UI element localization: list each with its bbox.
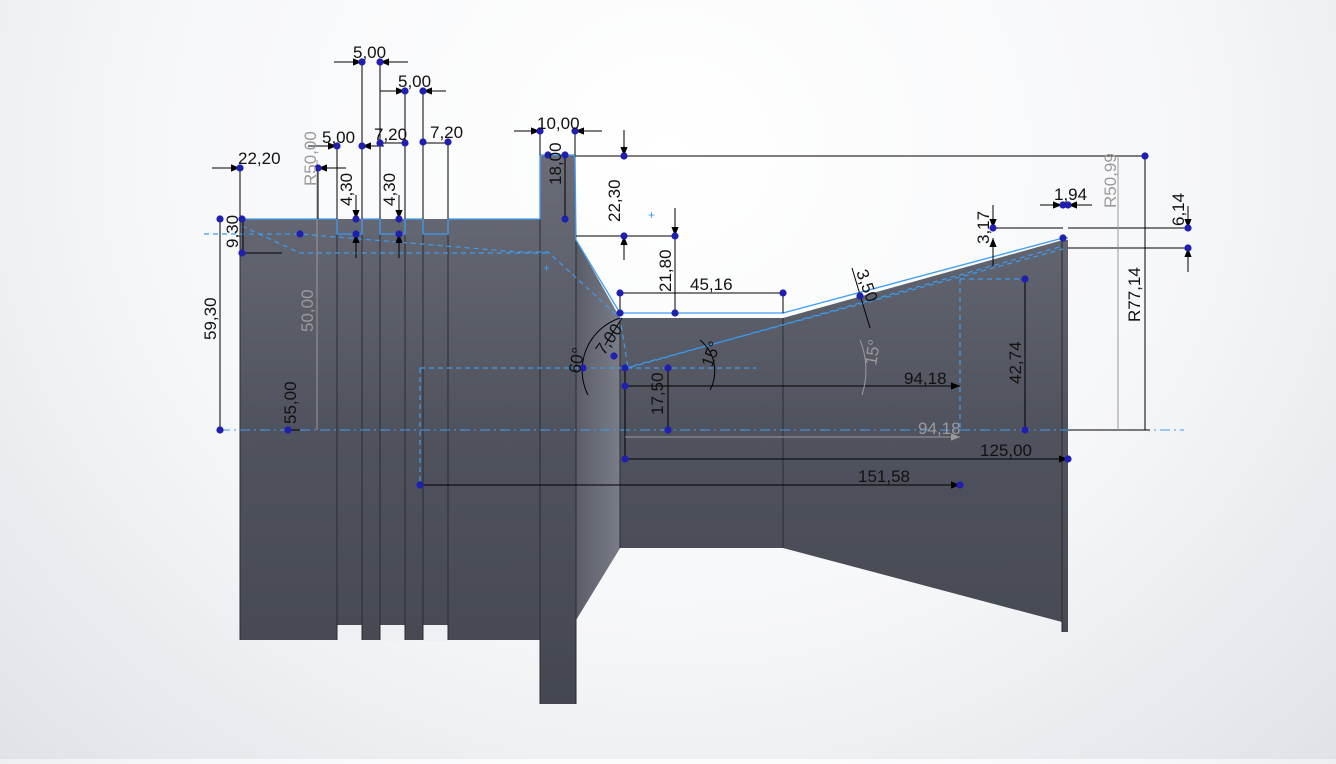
- sketch-point[interactable]: [296, 230, 304, 238]
- dim-6-14[interactable]: 6,14: [1169, 193, 1188, 226]
- dim-50-00-driven[interactable]: 50,00: [298, 289, 317, 332]
- sketch-point[interactable]: [358, 142, 366, 150]
- sketch-point[interactable]: [620, 152, 628, 160]
- sketch-point[interactable]: [664, 364, 672, 372]
- sketch-point[interactable]: [616, 289, 624, 297]
- sketch-point[interactable]: [352, 230, 360, 238]
- sketch-point[interactable]: [1141, 152, 1149, 160]
- dim-1-94[interactable]: 1,94: [1054, 185, 1087, 204]
- sketch-point[interactable]: [238, 249, 246, 257]
- sketch-point[interactable]: [1059, 234, 1067, 242]
- dim-125-00[interactable]: 125,00: [980, 441, 1032, 460]
- sketch-point[interactable]: [620, 232, 628, 240]
- sketch-point[interactable]: [1064, 455, 1072, 463]
- dim-55-00[interactable]: 55,00: [281, 381, 300, 424]
- dim-5-00-second[interactable]: 5,00: [398, 72, 431, 91]
- dim-5-00-top[interactable]: 5,00: [353, 43, 386, 62]
- dim-7-20-b[interactable]: 7,20: [430, 123, 463, 142]
- dim-r50-99[interactable]: R50,99: [1101, 153, 1120, 208]
- sketch-point[interactable]: [1021, 426, 1029, 434]
- origin-marker-b: +: [543, 261, 550, 275]
- sketch-point[interactable]: [1021, 275, 1029, 283]
- dim-18-00[interactable]: 18,00: [546, 142, 565, 185]
- sketch-point[interactable]: [621, 382, 629, 390]
- sketch-point[interactable]: [216, 426, 224, 434]
- sketch-point[interactable]: [561, 215, 569, 223]
- sketch-point[interactable]: [352, 215, 360, 223]
- sketch-point[interactable]: [1184, 244, 1192, 252]
- sketch-point[interactable]: [284, 426, 292, 434]
- cad-viewport[interactable]: + + 5,00 5,00 7,20 7,20 5,00 22,20 R50,0…: [0, 0, 1336, 759]
- sketch-point[interactable]: [616, 309, 624, 317]
- sketch-point[interactable]: [621, 364, 629, 372]
- sketch-point[interactable]: [416, 481, 424, 489]
- sketch-point[interactable]: [956, 481, 964, 489]
- dim-4-30-b[interactable]: 4,30: [380, 173, 399, 206]
- origin-marker-a: +: [648, 208, 655, 222]
- dim-4-30-a[interactable]: 4,30: [337, 173, 356, 206]
- dim-3-17[interactable]: 3,17: [974, 211, 993, 244]
- sketch-point[interactable]: [664, 426, 672, 434]
- dim-7-20-a[interactable]: 7,20: [374, 125, 407, 144]
- dim-22-20[interactable]: 22,20: [238, 149, 281, 168]
- sketch-point[interactable]: [671, 309, 679, 317]
- dim-21-80[interactable]: 21,80: [656, 249, 675, 292]
- groove-3: [423, 625, 448, 641]
- groove-1: [337, 625, 362, 641]
- dim-94-18-driven[interactable]: 94,18: [918, 419, 961, 438]
- dim-45-16[interactable]: 45,16: [690, 275, 733, 294]
- sketch-point[interactable]: [610, 352, 618, 360]
- dim-151-58[interactable]: 151,58: [858, 467, 910, 486]
- sketch-canvas[interactable]: + + 5,00 5,00 7,20 7,20 5,00 22,20 R50,0…: [0, 0, 1336, 759]
- dim-r50-00[interactable]: R50,00: [301, 131, 320, 186]
- dim-22-30[interactable]: 22,30: [605, 179, 624, 222]
- sketch-point[interactable]: [671, 232, 679, 240]
- dim-59-30[interactable]: 59,30: [201, 297, 220, 340]
- dim-10-00[interactable]: 10,00: [537, 114, 580, 133]
- dim-42-74[interactable]: 42,74: [1006, 341, 1025, 384]
- dim-r77-14[interactable]: R77,14: [1125, 267, 1144, 322]
- dim-9-30[interactable]: 9,30: [223, 215, 242, 248]
- dim-94-18[interactable]: 94,18: [904, 369, 947, 388]
- sketch-point[interactable]: [395, 230, 403, 238]
- dim-5-00-groove[interactable]: 5,00: [322, 128, 355, 147]
- dim-17-50[interactable]: 17,50: [648, 372, 667, 415]
- groove-2: [380, 625, 405, 641]
- sketch-point[interactable]: [621, 455, 629, 463]
- sketch-point[interactable]: [419, 138, 427, 146]
- sketch-point[interactable]: [395, 215, 403, 223]
- sketch-point[interactable]: [779, 289, 787, 297]
